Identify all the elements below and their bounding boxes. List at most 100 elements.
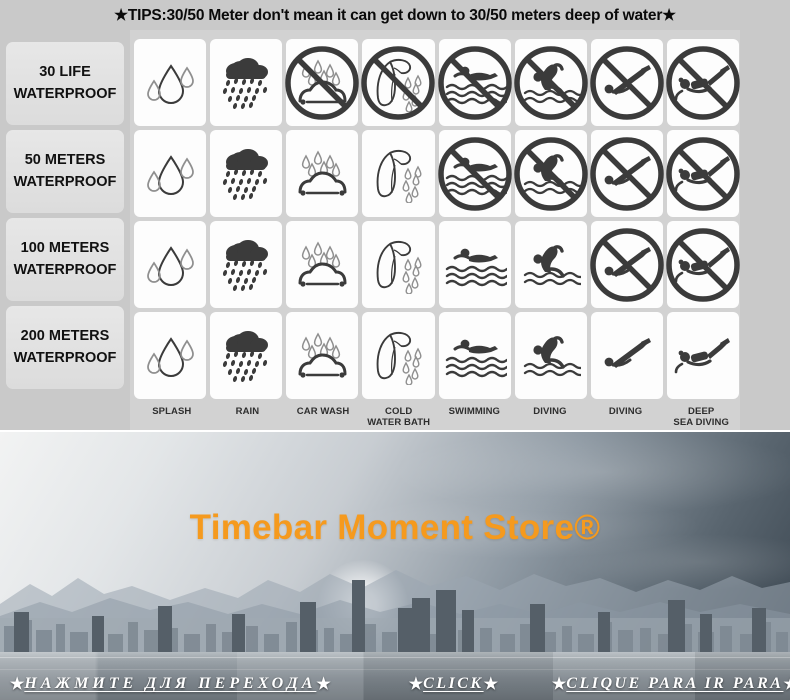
rain-cloud-icon — [214, 144, 278, 204]
chart-body: 30 LIFE WATERPROOF 50 METERS WATERPROOF … — [0, 30, 790, 430]
car-wash-icon — [290, 239, 354, 291]
rain-cloud-icon — [214, 235, 278, 295]
star-icon-left: ★ — [551, 676, 567, 693]
icon-cell-diving-icon-r2 — [513, 130, 588, 217]
droplet-icon — [141, 149, 199, 199]
icon-cell-deep-sea-diving-icon-r4 — [666, 312, 739, 399]
col-label-line1: RAIN — [235, 406, 260, 417]
icon-cell-diving-board-icon-r3 — [590, 221, 664, 308]
col-label-car-wash: CAR WASH — [285, 406, 361, 430]
diving-icon — [521, 330, 581, 382]
col-label-line2: WATER BATH — [367, 416, 431, 428]
car-wash-icon — [290, 330, 354, 382]
icon-cell-diving-icon-r4 — [514, 312, 587, 399]
star-icon-right: ★ — [316, 676, 331, 693]
icon-grid-row — [134, 221, 740, 308]
row-label-line2: WATERPROOF — [13, 173, 117, 190]
link-en-label: CLICK — [423, 675, 484, 692]
tips-bar: ★TIPS:30/50 Meter don't mean it can get … — [0, 0, 790, 30]
icon-cell-droplet-icon-r2 — [134, 130, 207, 217]
col-label-line1: DIVING — [608, 406, 643, 417]
icon-cell-diving-icon-r3 — [514, 221, 587, 308]
icon-grid: SPLASH RAIN CAR WASH COLD WATER BATH SWI… — [130, 30, 765, 430]
store-title: Timebar Moment Store® — [189, 508, 601, 547]
col-label-line1: DIVING — [533, 406, 567, 417]
col-label-swimming: SWIMMING — [437, 406, 513, 430]
icon-cell-swimming-icon-r2 — [437, 130, 512, 217]
col-label-line1: DEEP — [688, 406, 715, 417]
row-label-100-meters: 100 METERS WATERPROOF — [6, 218, 124, 301]
link-pt-clique-para-ir-para[interactable]: ★ CLIQUE PARA IR PARA ★ — [552, 674, 790, 694]
icon-cell-rain-cloud-icon-r2 — [210, 130, 283, 217]
link-pt-label: CLIQUE PARA IR PARA — [566, 675, 784, 692]
col-label-line1: SWIMMING — [448, 406, 501, 417]
row-label-line1: 50 METERS — [24, 152, 106, 169]
link-ru-label: НАЖМИТЕ ДЛЯ ПЕРЕХОДА — [24, 675, 317, 692]
col-label-splash: SPLASH — [134, 406, 210, 430]
icon-cell-rain-cloud-icon-r1 — [210, 39, 283, 126]
icon-cell-droplet-icon-r3 — [134, 221, 207, 308]
link-en-click[interactable]: ★ CLICK ★ — [409, 674, 498, 694]
row-label-30-life: 30 LIFE WATERPROOF — [6, 42, 124, 125]
row-label-line1: 200 METERS — [20, 328, 110, 345]
column-label-row: SPLASH RAIN CAR WASH COLD WATER BATH SWI… — [130, 399, 765, 430]
deep-sea-diving-icon — [672, 333, 734, 379]
rain-cloud-icon — [214, 326, 278, 386]
shower-icon — [368, 236, 428, 294]
row-label-line1: 30 LIFE — [39, 64, 91, 81]
icon-cell-deep-sea-diving-icon-r2 — [666, 130, 740, 217]
icon-cell-diving-board-icon-r1 — [590, 39, 664, 126]
icon-cell-diving-icon-r1 — [513, 39, 588, 126]
icon-cell-rain-cloud-icon-r4 — [210, 312, 283, 399]
row-label-column: 30 LIFE WATERPROOF 50 METERS WATERPROOF … — [0, 30, 130, 430]
link-ru-click-here[interactable]: ★ НАЖМИТЕ ДЛЯ ПЕРЕХОДА ★ — [10, 674, 331, 694]
icon-cell-car-wash-icon-r2 — [286, 130, 359, 217]
swimming-icon — [443, 332, 507, 380]
icon-cell-swimming-icon-r3 — [438, 221, 511, 308]
icon-grid-row — [134, 130, 740, 217]
row-label-line2: WATERPROOF — [13, 85, 117, 102]
icon-cell-diving-board-icon-r2 — [590, 130, 664, 217]
row-label-line2: WATERPROOF — [13, 261, 117, 278]
icon-cell-diving-board-icon-r4 — [590, 312, 663, 399]
col-label-diving-1: DIVING — [512, 406, 588, 430]
icon-cell-droplet-icon-r1 — [134, 39, 207, 126]
col-label-line1: COLD — [385, 406, 413, 417]
icon-cell-car-wash-icon-r1 — [285, 39, 360, 126]
col-label-deep-sea-diving: DEEP SEA DIVING — [663, 406, 739, 430]
icon-cell-car-wash-icon-r4 — [286, 312, 359, 399]
col-label-diving-2: DIVING — [588, 406, 664, 430]
row-label-50-meters: 50 METERS WATERPROOF — [6, 130, 124, 213]
icon-cell-shower-icon-r4 — [362, 312, 435, 399]
icon-cell-deep-sea-diving-icon-r3 — [666, 221, 740, 308]
row-label-line1: 100 METERS — [20, 240, 110, 257]
icon-cell-swimming-icon-r1 — [437, 39, 512, 126]
diving-board-icon — [597, 332, 657, 380]
col-label-line2: SEA DIVING — [673, 416, 729, 428]
star-icon-left: ★ — [408, 676, 424, 693]
swimming-icon — [443, 241, 507, 289]
icon-cell-shower-icon-r2 — [362, 130, 435, 217]
star-icon-right: ★ — [783, 674, 790, 694]
store-banner: Timebar Moment Store® ★ НАЖМИТЕ ДЛЯ ПЕРЕ… — [0, 432, 790, 700]
grid-right-gutter — [740, 30, 765, 430]
droplet-icon — [141, 331, 199, 381]
shower-icon — [368, 145, 428, 203]
waterproof-chart-section: ★TIPS:30/50 Meter don't mean it can get … — [0, 0, 790, 430]
col-label-cold-water-bath: COLD WATER BATH — [361, 406, 437, 430]
banner-link-row: ★ НАЖМИТЕ ДЛЯ ПЕРЕХОДА ★ ★ CLICK ★ ★ CLI… — [0, 674, 790, 694]
icon-cell-rain-cloud-icon-r3 — [210, 221, 283, 308]
rain-cloud-icon — [214, 53, 278, 113]
icon-cell-droplet-icon-r4 — [134, 312, 207, 399]
col-label-line1: SPLASH — [152, 406, 192, 417]
icon-grid-row — [134, 39, 740, 126]
star-icon-right: ★ — [483, 676, 498, 693]
shower-icon — [368, 327, 428, 385]
row-label-200-meters: 200 METERS WATERPROOF — [6, 306, 124, 389]
row-label-line2: WATERPROOF — [13, 349, 117, 366]
icon-grid-row — [134, 312, 739, 399]
droplet-icon — [141, 240, 199, 290]
diving-icon — [521, 239, 581, 291]
col-label-line1: CAR WASH — [296, 406, 350, 417]
icon-grid-rows — [130, 39, 765, 399]
